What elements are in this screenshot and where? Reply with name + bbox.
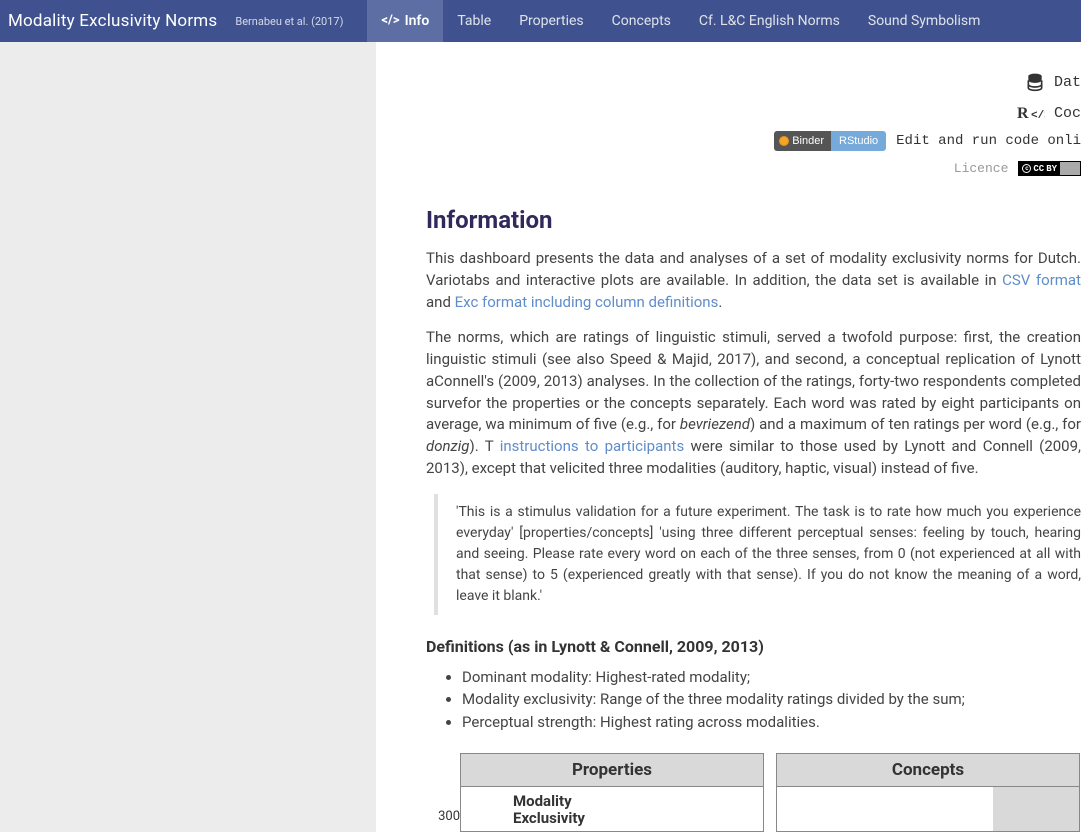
tab-label: Properties bbox=[519, 0, 583, 42]
y-axis-tick: 300 bbox=[426, 753, 460, 824]
list-item: Modality exclusivity: Range of the three… bbox=[462, 688, 1081, 711]
list-item: Dominant modality: Highest-rated modalit… bbox=[462, 666, 1081, 689]
by-text: BY bbox=[1046, 164, 1057, 174]
tab-label: Table bbox=[457, 0, 491, 42]
tab-label: Info bbox=[405, 0, 430, 42]
link-text: Dat bbox=[1054, 74, 1081, 91]
info-heading: Information bbox=[426, 206, 1081, 234]
info-section: Information This dashboard presents the … bbox=[376, 206, 1081, 733]
legend-line-2: Exclusivity bbox=[513, 810, 763, 827]
tab-label: Concepts bbox=[612, 0, 671, 42]
csv-link[interactable]: CSV format bbox=[1002, 271, 1081, 289]
tab-concepts[interactable]: Concepts bbox=[598, 0, 685, 42]
instructions-link[interactable]: instructions to participants bbox=[500, 437, 685, 455]
chart-facet-concepts: Concepts bbox=[776, 753, 1080, 832]
binder-row: Binder RStudio Edit and run code onli bbox=[376, 128, 1081, 159]
tab-properties[interactable]: Properties bbox=[505, 0, 597, 42]
binder-icon bbox=[779, 136, 789, 146]
r-code-icon: R </> bbox=[1017, 104, 1045, 122]
definitions-list: Dominant modality: Highest-rated modalit… bbox=[426, 666, 1081, 734]
licence-label: Licence bbox=[954, 161, 1009, 176]
facet-header: Properties bbox=[461, 754, 763, 787]
svg-text:R: R bbox=[1017, 105, 1029, 122]
tab-label: Cf. L&C English Norms bbox=[699, 0, 840, 42]
sidebar bbox=[0, 42, 376, 832]
chart: 300 Properties Modality Exclusivity Conc… bbox=[376, 753, 1081, 832]
data-link[interactable]: Dat bbox=[376, 66, 1081, 98]
cc-icon: c bbox=[1022, 164, 1031, 173]
content: Dat R </> Coc Binder RStudio Edit and ru… bbox=[376, 42, 1081, 832]
database-icon bbox=[1025, 72, 1045, 92]
app-title: Modality Exclusivity Norms bbox=[8, 11, 217, 31]
top-links: Dat R </> Coc Binder RStudio Edit and ru… bbox=[376, 42, 1081, 206]
definitions-heading: Definitions (as in Lynott & Connell, 200… bbox=[426, 637, 1081, 656]
binder-badge[interactable]: Binder RStudio bbox=[774, 131, 886, 151]
instructions-quote: 'This is a stimulus validation for a fut… bbox=[434, 494, 1081, 615]
binder-description: Edit and run code onli bbox=[896, 133, 1081, 149]
licence-row: Licence c CC BY bbox=[376, 159, 1081, 196]
info-paragraph-1: This dashboard presents the data and ana… bbox=[426, 248, 1081, 313]
chart-facet-properties: Properties Modality Exclusivity bbox=[460, 753, 764, 832]
tab-label: Sound Symbolism bbox=[868, 0, 981, 42]
cc-badge[interactable]: c CC BY bbox=[1018, 161, 1081, 176]
info-paragraph-2: The norms, which are ratings of linguist… bbox=[426, 327, 1081, 479]
tab-cf-lc-english-norms[interactable]: Cf. L&C English Norms bbox=[685, 0, 854, 42]
facet-header: Concepts bbox=[777, 754, 1079, 787]
binder-left-text: Binder bbox=[792, 135, 824, 147]
navbar: Modality Exclusivity Norms Bernabeu et a… bbox=[0, 0, 1081, 42]
format-link[interactable]: format including column definitions bbox=[482, 293, 718, 311]
cc-text: CC bbox=[1033, 164, 1044, 174]
legend-line-1: Modality bbox=[513, 793, 763, 810]
tab-table[interactable]: Table bbox=[443, 0, 505, 42]
code-icon: </> bbox=[381, 0, 399, 42]
list-item: Perceptual strength: Highest rating acro… bbox=[462, 711, 1081, 734]
tab-info[interactable]: </> Info bbox=[367, 0, 443, 42]
excel-link[interactable]: Exc bbox=[455, 293, 479, 311]
link-text: Coc bbox=[1054, 105, 1081, 122]
binder-right-text: RStudio bbox=[831, 131, 886, 151]
code-link[interactable]: R </> Coc bbox=[376, 98, 1081, 128]
main: Dat R </> Coc Binder RStudio Edit and ru… bbox=[0, 42, 1081, 832]
svg-text:</>: </> bbox=[1031, 110, 1045, 122]
tab-sound-symbolism[interactable]: Sound Symbolism bbox=[854, 0, 995, 42]
partial-bar bbox=[993, 787, 1079, 831]
app-subtitle: Bernabeu et al. (2017) bbox=[235, 15, 343, 28]
